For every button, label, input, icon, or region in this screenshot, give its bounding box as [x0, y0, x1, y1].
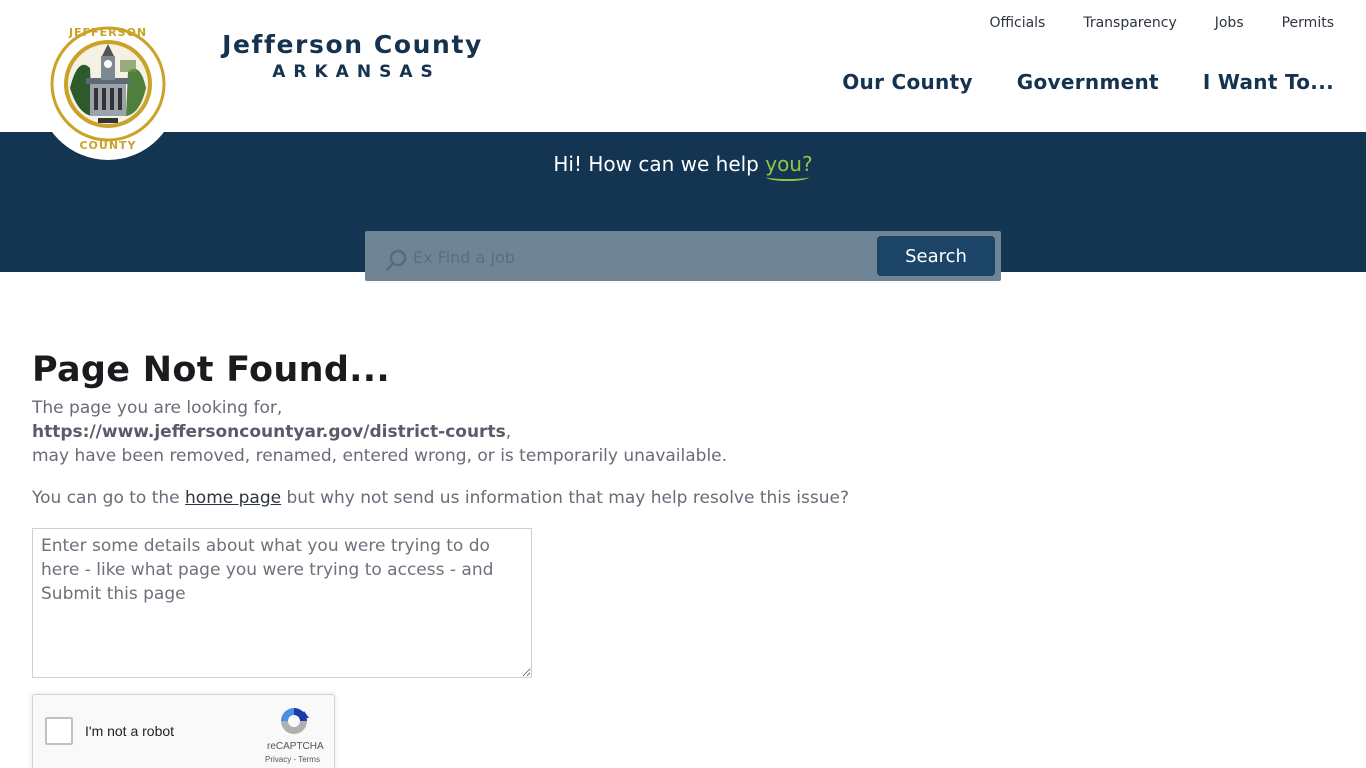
help-prefix: You can go to the — [32, 488, 186, 508]
nav-our-county[interactable]: Our County — [842, 70, 973, 94]
search-input[interactable] — [413, 243, 863, 271]
site-header: JEFFERSON COUNTY Jefferson County ARKANS… — [0, 0, 1366, 160]
main-nav: Our County Government I Want To... — [842, 70, 1334, 94]
nav-government[interactable]: Government — [1017, 70, 1159, 94]
county-seal-icon: JEFFERSON COUNTY — [50, 26, 166, 152]
county-seal-logo[interactable]: JEFFERSON COUNTY — [38, 2, 178, 160]
search-button[interactable]: Search — [877, 236, 995, 276]
missing-url: https://www.jeffersoncountyar.gov/distri… — [32, 422, 506, 442]
recaptcha-privacy-terms[interactable]: Privacy - Terms — [265, 755, 320, 764]
search-icon — [385, 248, 409, 276]
hero-greeting-text: Hi! How can we help — [553, 152, 766, 176]
help-message: You can go to the home page but why not … — [32, 486, 1032, 510]
recaptcha-brand: reCAPTCHA — [267, 741, 324, 752]
hero-greeting: Hi! How can we help you? — [0, 152, 1366, 181]
recaptcha-checkbox[interactable] — [45, 717, 73, 745]
not-found-message: The page you are looking for, https://ww… — [32, 396, 1032, 468]
utility-link-transparency[interactable]: Transparency — [1083, 15, 1176, 31]
brand-title[interactable]: Jefferson County ARKANSAS — [210, 30, 495, 82]
utility-link-permits[interactable]: Permits — [1282, 15, 1334, 31]
utility-link-officials[interactable]: Officials — [989, 15, 1045, 31]
nav-i-want-to[interactable]: I Want To... — [1203, 70, 1334, 94]
svg-text:COUNTY: COUNTY — [79, 139, 136, 152]
recaptcha-label: I'm not a robot — [85, 723, 175, 739]
message-line-3: may have been removed, renamed, entered … — [32, 446, 728, 466]
recaptcha-widget: I'm not a robot reCAPTCHA Privacy - Term… — [32, 694, 335, 768]
hero-greeting-accent: you? — [765, 152, 813, 181]
utility-nav: Officials Transparency Jobs Permits — [989, 15, 1334, 31]
url-suffix: , — [505, 422, 512, 442]
utility-link-jobs[interactable]: Jobs — [1215, 15, 1244, 31]
site-search: Search — [365, 231, 1001, 281]
details-textarea[interactable] — [32, 528, 532, 678]
brand-state: ARKANSAS — [272, 62, 441, 82]
message-line-1: The page you are looking for, — [32, 398, 283, 418]
home-page-link[interactable]: home page — [185, 488, 281, 508]
help-suffix: but why not send us information that may… — [281, 488, 849, 508]
page-title: Page Not Found... — [32, 350, 390, 390]
svg-text:JEFFERSON: JEFFERSON — [68, 26, 147, 39]
brand-name: Jefferson County — [222, 30, 483, 59]
main-content: Page Not Found... The page you are looki… — [32, 350, 1032, 768]
recaptcha-logo-icon — [278, 705, 310, 741]
